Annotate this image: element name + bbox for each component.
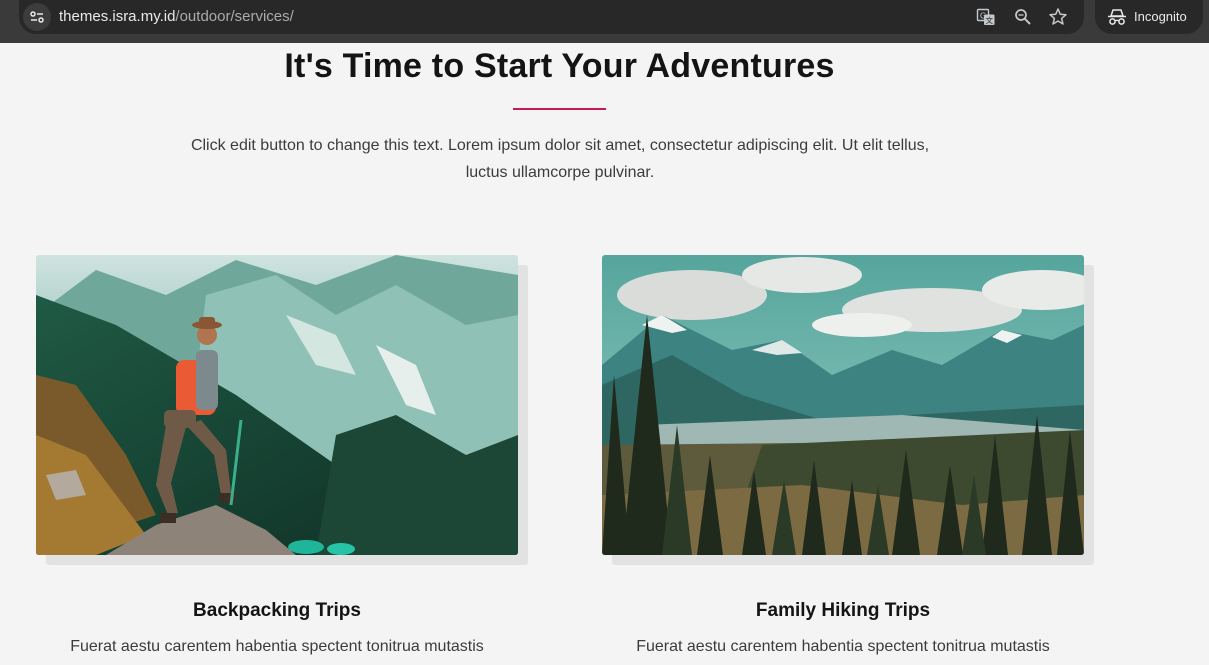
incognito-indicator[interactable]: Incognito xyxy=(1095,0,1203,34)
url-path: /outdoor/services/ xyxy=(175,8,294,25)
url-text[interactable]: themes.isra.my.id/outdoor/services/ xyxy=(59,8,294,25)
card-text: Fuerat aestu carentem habentia spectent … xyxy=(70,638,484,655)
hiker-on-mountain-photo xyxy=(36,255,518,555)
translate-icon[interactable]: G 文 xyxy=(976,7,996,27)
browser-toolbar: themes.isra.my.id/outdoor/services/ G 文 xyxy=(0,0,1209,43)
section-title: It's Time to Start Your Adventures xyxy=(284,47,835,85)
title-divider xyxy=(513,108,606,110)
incognito-icon xyxy=(1108,9,1126,25)
bookmark-star-icon[interactable] xyxy=(1048,7,1068,27)
card-text: Fuerat aestu carentem habentia spectent … xyxy=(636,638,1050,655)
section-intro: Click edit button to change this text. L… xyxy=(190,137,930,181)
incognito-label: Incognito xyxy=(1134,9,1187,24)
card-title: Family Hiking Trips xyxy=(755,600,931,621)
site-info-icon[interactable] xyxy=(23,3,51,31)
card-title: Backpacking Trips xyxy=(193,600,361,621)
zoom-icon[interactable] xyxy=(1013,7,1033,27)
url-host: themes.isra.my.id xyxy=(59,8,176,25)
address-bar[interactable]: themes.isra.my.id/outdoor/services/ G 文 xyxy=(19,0,1084,34)
svg-text:文: 文 xyxy=(985,15,993,25)
mountain-valley-photo xyxy=(602,255,1084,555)
